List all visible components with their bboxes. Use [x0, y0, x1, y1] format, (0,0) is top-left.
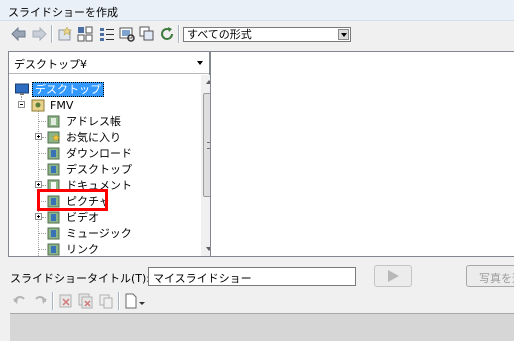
back-icon[interactable] [10, 25, 28, 43]
tree-node-desktop[interactable]: デスクトップ [15, 81, 104, 97]
tree-node-label: デスクトップ [32, 81, 104, 97]
refresh-icon[interactable] [158, 25, 176, 43]
user-folder-icon [31, 99, 45, 111]
folder-tree-pane: デスクトップ¥ デスクトップ FMV アドレス帳 お気に入り ダウンロード デス… [8, 51, 217, 257]
copy-slide-icon[interactable] [98, 293, 114, 309]
thumbnail-pane [210, 51, 514, 257]
folder-icon [47, 211, 60, 223]
tree-node-fmv[interactable]: FMV [31, 97, 75, 113]
desktop-icon [15, 83, 29, 95]
tree-node-label: お気に入り [66, 130, 121, 144]
folder-path-value: デスクトップ¥ [14, 58, 87, 71]
tree-node-label: ビデオ [66, 210, 99, 224]
slide-list-panel [10, 313, 514, 341]
tree-node-label: FMV [50, 98, 74, 112]
rotate-left-icon[interactable] [12, 293, 28, 309]
new-slide-icon[interactable] [124, 293, 146, 309]
slideshow-window: スライドショーを作成 すべての形式 デスクトップ¥ デスクトップ FMV アドレ… [0, 0, 514, 341]
pictures-highlight-box [37, 189, 108, 211]
tree-node-desktop-folder[interactable]: デスクトップ [47, 161, 134, 177]
tree-node-music[interactable]: ミュージック [47, 225, 134, 241]
add-photo-label: 写真を追 [479, 272, 514, 285]
tree-node-label: リンク [66, 242, 99, 256]
tree-node-downloads[interactable]: ダウンロード [47, 145, 134, 161]
file-format-value: すべての形式 [187, 28, 252, 41]
expand-icon[interactable] [35, 181, 42, 188]
favorites-folder-icon [47, 131, 61, 143]
list-view-icon[interactable] [98, 25, 116, 43]
file-format-select[interactable]: すべての形式 [183, 27, 351, 42]
chevron-down-icon[interactable] [197, 61, 203, 65]
tree-node-label: ダウンロード [66, 146, 132, 160]
slideshow-title-label: スライドショータイトル(T): [10, 272, 151, 285]
thumbnail-view-icon[interactable] [118, 25, 136, 43]
slideshow-title-value: マイスライドショー [153, 272, 252, 285]
folder-tree: デスクトップ FMV アドレス帳 お気に入り ダウンロード デスクトップ ドキュ… [9, 75, 199, 256]
folder-icon [47, 243, 60, 255]
tree-node-address-book[interactable]: アドレス帳 [47, 113, 123, 129]
tree-view-icon[interactable] [76, 25, 94, 43]
tree-node-links[interactable]: リンク [47, 241, 101, 256]
chevron-down-icon[interactable] [338, 29, 349, 40]
copy-icon[interactable] [138, 25, 156, 43]
slideshow-title-input[interactable]: マイスライドショー [148, 267, 356, 286]
play-button[interactable] [374, 265, 412, 287]
add-photo-button[interactable]: 写真を追 [466, 265, 514, 287]
folder-icon [47, 163, 60, 175]
expand-icon[interactable] [35, 213, 42, 220]
tree-node-label: ミュージック [66, 226, 132, 240]
folder-icon [47, 227, 60, 239]
rotate-right-icon[interactable] [32, 293, 48, 309]
tree-node-videos[interactable]: ビデオ [47, 209, 101, 225]
folder-icon [47, 115, 60, 127]
forward-icon[interactable] [30, 25, 48, 43]
delete-all-icon[interactable] [78, 293, 94, 309]
delete-icon[interactable] [58, 293, 74, 309]
tree-node-favorites[interactable]: お気に入り [47, 129, 123, 145]
window-title: スライドショーを作成 [8, 6, 118, 19]
add-folder-icon[interactable] [56, 25, 74, 43]
folder-icon [47, 147, 60, 159]
slide-toolbar [0, 290, 514, 312]
collapse-icon[interactable] [18, 101, 25, 108]
folder-path-dropdown[interactable]: デスクトップ¥ [9, 52, 209, 74]
expand-icon[interactable] [35, 133, 42, 140]
title-bar: スライドショーを作成 [0, 0, 514, 21]
tree-node-label: アドレス帳 [66, 114, 121, 128]
tree-node-label: デスクトップ [66, 162, 132, 176]
